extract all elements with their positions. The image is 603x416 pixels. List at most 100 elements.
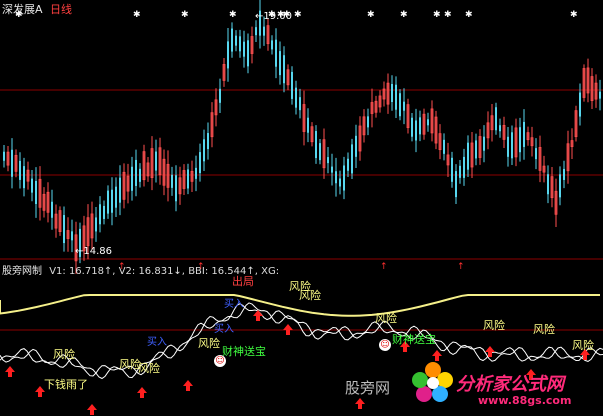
candle-body [523,121,525,147]
flower-logo-icon [410,360,456,406]
candle-body [399,93,401,117]
candle-body [155,151,157,171]
candle-body [107,190,109,214]
star-marker-icon: ✱ [570,10,578,20]
up-arrow-icon: ↑ [380,262,388,272]
star-marker-icon: ✱ [133,10,141,20]
candle-body [111,189,113,213]
candle-body [271,40,273,50]
chart-canvas [0,0,603,415]
candle-body [255,27,257,36]
candle-body [351,144,353,174]
star-marker-icon: ✱ [400,10,408,20]
indicator-name[interactable]: 股旁网制 [2,266,42,277]
candle-body [467,142,469,170]
candle-body [511,132,513,159]
candle-body [235,35,237,46]
exit-signal-label: 出局 [232,275,254,288]
risk-label-1: 风险 [53,348,75,361]
candle-body [475,140,477,159]
site-watermark: 股旁网 [345,379,391,397]
star-marker-icon: ✱ [465,10,473,20]
risk-label-9: 风险 [533,323,555,336]
candle-body [535,148,537,160]
up-arrow-icon [137,387,147,398]
candle-body [279,51,281,76]
candle-body [335,171,337,184]
candle-body [219,88,221,103]
v2-line [0,303,603,379]
main-panel-header: 深发展A 日线 [2,1,72,17]
candlestick-series [3,0,601,274]
star-marker-icon: ✱ [229,10,237,20]
gift-label-2: 财神送宝 [392,333,436,346]
low-price-value: 14.86 [83,246,113,257]
candle-body [459,165,461,178]
candle-body [451,157,453,182]
candle-body [239,36,241,52]
money-down-label: 下钱雨了 [44,378,88,391]
candle-body [71,231,73,241]
candle-body [99,204,101,225]
candle-body [291,71,293,99]
candle-body [283,55,285,84]
smiley-icon: ☺ [379,339,391,351]
candle-body [203,139,205,162]
up-arrow-icon: ↑ [118,262,126,272]
candle-body [139,168,141,182]
candle-body [367,116,369,128]
buy-label-1: 买入 [147,337,167,348]
candle-body [247,40,249,67]
buy-label-2: 买入 [224,299,244,310]
candle-body [187,169,189,189]
candle-body [547,174,549,195]
risk-label-4: 风险 [198,337,220,350]
candle-body [563,168,565,180]
star-marker-icon: ✱ [15,10,23,20]
brand-watermark: 分析家公式网 [456,374,564,395]
candle-body [331,166,333,173]
candle-body [31,178,33,193]
star-marker-icon: ✱ [433,10,441,20]
candle-body [355,135,357,157]
candle-body [343,165,345,191]
up-arrow-icon [5,366,15,377]
candle-body [119,177,121,203]
risk-label-6: 风险 [299,289,321,302]
indicator-v1: V1: 16.718↑, [49,266,116,277]
candle-body [499,125,501,132]
period-label[interactable]: 日线 [50,3,72,16]
candle-body [403,101,405,111]
candle-body [391,84,393,103]
indicator-v2: V2: 16.831↓, [118,266,185,277]
risk-label-8: 风险 [483,319,505,332]
candle-body [483,136,485,151]
candle-body [227,41,229,69]
candle-body [243,41,245,57]
high-price-value: 19.00 [263,11,293,22]
candle-body [135,159,137,186]
candle-body [19,160,21,180]
candle-body [295,87,297,108]
candle-body [395,84,397,110]
up-arrow-icon [283,324,293,335]
v1-line [0,302,603,380]
indicator-xg: XG: [261,266,280,277]
gift-label-1: 财神送宝 [222,345,266,358]
candle-body [103,205,105,219]
candle-body [339,178,341,187]
candle-body [307,117,309,133]
up-arrow-icon [355,398,365,409]
candle-body [419,117,421,135]
up-arrow-icon [253,310,263,321]
risk-label-10: 风险 [572,339,594,352]
star-marker-icon: ✱ [181,10,189,20]
star-marker-icon: ✱ [294,10,302,20]
candle-body [275,39,277,67]
star-marker-icon: ✱ [367,10,375,20]
candle-body [11,149,13,177]
candle-body [579,92,581,117]
candle-body [507,136,509,157]
candle-body [411,117,413,137]
candle-body [347,158,349,171]
